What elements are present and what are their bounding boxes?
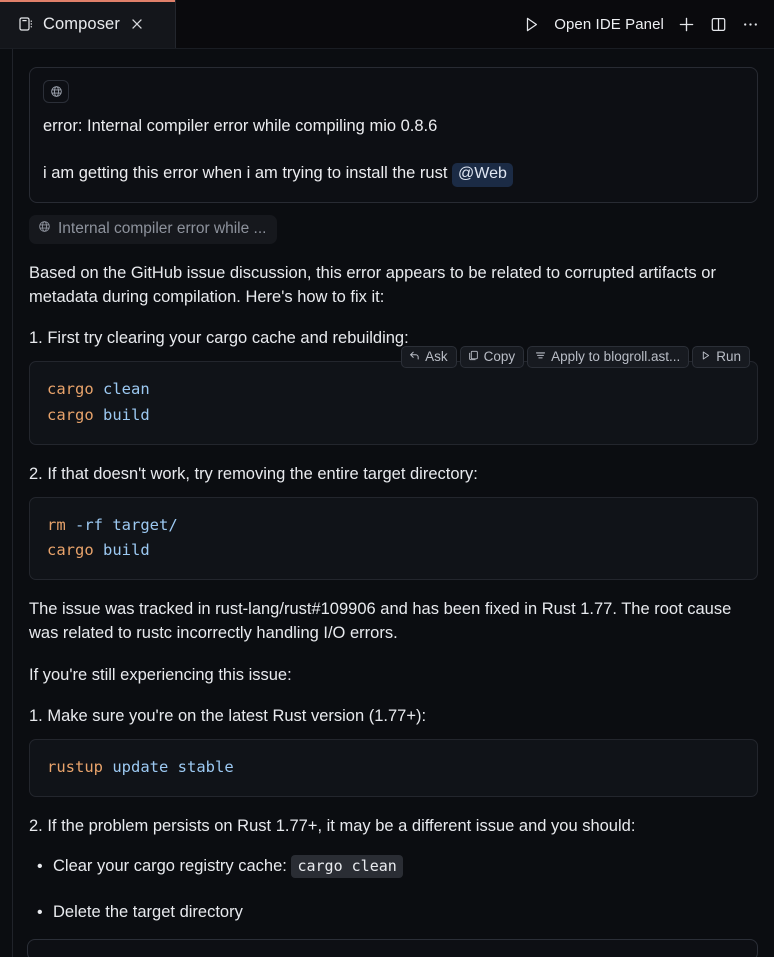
code-token-args: build <box>93 405 150 424</box>
plus-icon[interactable] <box>677 15 696 34</box>
assistant-still-note: If you're still experiencing this issue: <box>29 665 292 684</box>
list-item: • Delete the target directory <box>29 901 758 924</box>
user-message-text: i am getting this error when i am trying… <box>43 163 448 182</box>
titlebar-actions: Open IDE Panel <box>522 0 774 48</box>
close-icon[interactable] <box>129 16 145 32</box>
assistant-step-3: 1. Make sure you're on the latest Rust v… <box>29 706 427 725</box>
code-token-command: cargo <box>47 380 94 399</box>
list-item-text: Clear your cargo registry cache: cargo c… <box>53 854 403 878</box>
ask-button[interactable]: Ask <box>401 346 457 369</box>
globe-icon[interactable] <box>43 80 69 103</box>
source-pill-label: Internal compiler error while ... <box>58 219 267 237</box>
ask-button-label: Ask <box>425 349 448 365</box>
code-token-command: rm <box>47 515 66 534</box>
apply-button[interactable]: Apply to blogroll.ast... <box>527 346 690 369</box>
play-icon <box>700 349 711 364</box>
globe-icon <box>38 220 51 238</box>
code-token-command: rustup <box>47 758 103 777</box>
run-button-label: Run <box>716 349 741 365</box>
title-bar: Composer Open IDE Panel <box>0 0 774 49</box>
code-line: rustup update stable <box>47 755 741 780</box>
ask-arrow-icon <box>409 349 420 364</box>
bullet-dot: • <box>37 903 43 921</box>
code-line: cargo build <box>47 403 741 428</box>
inline-code: cargo clean <box>291 854 403 878</box>
code-line: cargo build <box>47 538 741 563</box>
source-context-pill[interactable]: Internal compiler error while ... <box>29 214 278 244</box>
code-block-2: rm -rf target/ cargo build <box>29 496 758 581</box>
chat-scroll-area[interactable]: error: Internal compiler error while com… <box>0 49 774 957</box>
code-line: cargo clean <box>47 377 741 402</box>
apply-button-label: Apply to blogroll.ast... <box>551 349 681 365</box>
list-item: • Clear your cargo registry cache: cargo… <box>29 854 758 878</box>
user-message-line-1: error: Internal compiler error while com… <box>43 117 438 135</box>
composer-input-box[interactable] <box>27 939 758 957</box>
list-item-text: Delete the target directory <box>53 901 243 924</box>
assistant-intro: Based on the GitHub issue discussion, th… <box>29 263 716 306</box>
code-token-args: -rf target/ <box>65 515 178 534</box>
code-token-args: update stable <box>103 758 234 777</box>
panel-icon <box>18 16 34 32</box>
bullet-dot: • <box>37 857 43 875</box>
code-token-args: clean <box>93 380 150 399</box>
assistant-step-4: 2. If the problem persists on Rust 1.77+… <box>29 817 636 836</box>
user-message-line-2: i am getting this error when i am trying… <box>43 162 744 187</box>
copy-icon <box>468 349 479 364</box>
code-line: rm -rf target/ <box>47 513 741 538</box>
apply-lines-icon <box>535 349 546 364</box>
copy-button[interactable]: Copy <box>459 346 525 369</box>
code-block-3: rustup update stable <box>29 739 758 798</box>
assistant-step-2: 2. If that doesn't work, try removing th… <box>29 464 478 483</box>
assistant-message: Based on the GitHub issue discussion, th… <box>29 261 758 957</box>
run-button[interactable]: Run <box>692 346 750 369</box>
play-icon[interactable] <box>522 15 541 34</box>
ellipsis-icon[interactable] <box>741 15 760 34</box>
list-item-label: Clear your cargo registry cache: <box>53 856 287 875</box>
web-mention-badge[interactable]: @Web <box>452 162 513 187</box>
copy-button-label: Copy <box>483 349 516 365</box>
code-token-args: build <box>93 541 150 560</box>
tab-label: Composer <box>43 14 120 33</box>
assistant-tracked-note: The issue was tracked in rust-lang/rust#… <box>29 600 732 643</box>
code-block-toolbar: Ask Copy Apply to blogroll.ast... Run <box>401 346 750 369</box>
user-message-bubble: error: Internal compiler error while com… <box>29 67 758 203</box>
titlebar-spacer <box>176 0 522 48</box>
code-token-command: cargo <box>47 405 94 424</box>
tab-composer[interactable]: Composer <box>0 0 176 48</box>
list-item-label: Delete the target directory <box>53 902 243 921</box>
thread-rail <box>12 49 13 957</box>
open-ide-panel-button[interactable]: Open IDE Panel <box>554 16 664 33</box>
split-panel-icon[interactable] <box>709 15 728 34</box>
code-token-command: cargo <box>47 541 94 560</box>
code-block-1: Ask Copy Apply to blogroll.ast... Run ca… <box>29 346 758 445</box>
